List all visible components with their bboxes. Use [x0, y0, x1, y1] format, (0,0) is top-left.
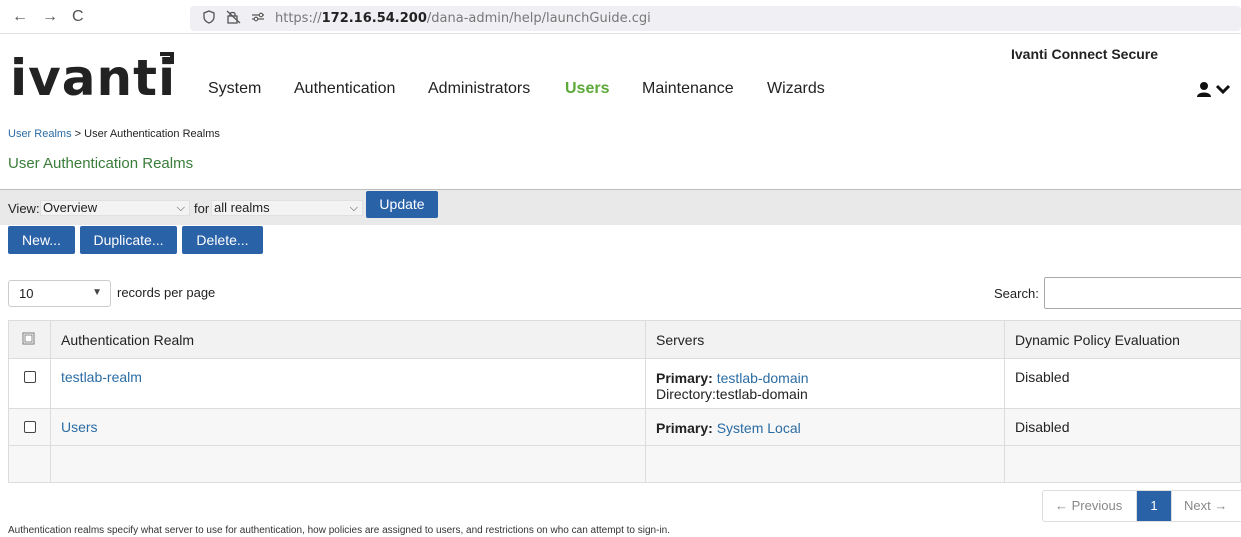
primary-server-link[interactable]: System Local: [717, 420, 801, 436]
url-scheme: https://: [275, 11, 322, 26]
back-arrow-icon[interactable]: ←: [12, 8, 28, 26]
header-dynamic-policy-evaluation[interactable]: Dynamic Policy Evaluation: [1004, 320, 1241, 359]
dynamic-policy-cell: Disabled: [1004, 408, 1241, 446]
address-bar[interactable]: https://172.16.54.200/dana-admin/help/la…: [190, 6, 1241, 31]
row-checkbox-cell: [8, 408, 51, 446]
user-icon: [1197, 82, 1231, 97]
shield-icon[interactable]: [202, 10, 216, 27]
search-label: Search:: [994, 286, 1039, 301]
pagination: ← Previous 1 Next →: [1042, 490, 1241, 522]
permissions-icon[interactable]: [250, 10, 266, 27]
row-checkbox[interactable]: [24, 371, 36, 383]
view-select[interactable]: Overview ⌵: [40, 200, 190, 216]
page-title: User Authentication Realms: [8, 155, 194, 172]
table-row-empty: [8, 445, 1241, 483]
nav-maintenance[interactable]: Maintenance: [642, 80, 734, 98]
insecure-lock-icon[interactable]: [226, 10, 242, 27]
duplicate-button[interactable]: Duplicate...: [80, 226, 177, 254]
ivanti-logo[interactable]: ivanti: [10, 48, 176, 108]
servers-cell: Primary: testlab-domain Directory:testla…: [645, 358, 1005, 409]
nav-system[interactable]: System: [208, 80, 261, 98]
url-path: /dana-admin/help/launchGuide.cgi: [426, 11, 651, 26]
records-per-page-value: 10: [19, 286, 34, 301]
records-per-page-label: records per page: [117, 285, 216, 300]
view-select-value: Overview: [43, 200, 98, 215]
new-button[interactable]: New...: [8, 226, 75, 254]
user-menu[interactable]: [1196, 80, 1236, 100]
realms-table: Authentication Realm Servers Dynamic Pol…: [8, 320, 1241, 483]
url-host: 172.16.54.200: [321, 11, 427, 26]
realm-cell: Users: [50, 408, 646, 446]
select-all-header[interactable]: [8, 320, 51, 359]
view-bar: View: Overview ⌵ for all realms ⌵ Update: [0, 189, 1241, 225]
nav-administrators[interactable]: Administrators: [428, 80, 530, 98]
servers-cell: Primary: System Local: [645, 408, 1005, 446]
realm-cell: testlab-realm: [50, 358, 646, 409]
breadcrumb-current: User Authentication Realms: [84, 128, 220, 140]
update-button[interactable]: Update: [366, 191, 438, 218]
nav-wizards[interactable]: Wizards: [767, 80, 825, 98]
delete-button[interactable]: Delete...: [182, 226, 263, 254]
nav-users[interactable]: Users: [565, 80, 609, 98]
breadcrumb-separator: >: [74, 128, 82, 140]
empty-cell: [1004, 445, 1241, 483]
logo-mark-icon: [160, 52, 174, 64]
primary-label: Primary:: [656, 370, 713, 386]
primary-label: Primary:: [656, 420, 713, 436]
empty-cell: [645, 445, 1005, 483]
header-authentication-realm[interactable]: Authentication Realm: [50, 320, 646, 359]
view-label: View:: [8, 201, 40, 216]
primary-server-link[interactable]: testlab-domain: [717, 370, 809, 386]
previous-page-button[interactable]: ← Previous: [1043, 491, 1137, 521]
realms-select[interactable]: all realms ⌵: [211, 200, 363, 216]
help-text: Authentication realms specify what serve…: [8, 525, 671, 536]
chevron-down-icon: ⌵: [176, 202, 185, 214]
browser-toolbar: ← → C https://172.16.54.200/dana-admin/h…: [0, 0, 1241, 34]
empty-cell: [50, 445, 646, 483]
directory-text: Directory:testlab-domain: [656, 386, 808, 402]
table-header-row: Authentication Realm Servers Dynamic Pol…: [8, 320, 1241, 359]
breadcrumb: User Realms > User Authentication Realms: [8, 128, 220, 140]
row-checkbox[interactable]: [24, 421, 36, 433]
breadcrumb-user-realms-link[interactable]: User Realms: [8, 128, 72, 140]
page-1-button[interactable]: 1: [1137, 491, 1171, 521]
caret-down-icon: ▼: [92, 287, 102, 298]
realm-link[interactable]: testlab-realm: [61, 369, 142, 385]
url-text[interactable]: https://172.16.54.200/dana-admin/help/la…: [275, 11, 651, 26]
for-label: for: [194, 201, 210, 216]
search-input[interactable]: [1044, 277, 1241, 309]
records-per-page-select[interactable]: 10 ▼: [8, 280, 111, 307]
empty-cell: [8, 445, 51, 483]
nav-authentication[interactable]: Authentication: [294, 80, 395, 98]
table-row: testlab-realm Primary: testlab-domain Di…: [8, 358, 1241, 409]
header-servers[interactable]: Servers: [645, 320, 1005, 359]
realm-link[interactable]: Users: [61, 419, 98, 435]
dynamic-policy-cell: Disabled: [1004, 358, 1241, 409]
chevron-down-icon: ⌵: [349, 202, 358, 214]
next-page-button[interactable]: Next →: [1171, 491, 1241, 521]
realms-select-value: all realms: [214, 200, 270, 215]
row-checkbox-cell: [8, 358, 51, 409]
product-name: Ivanti Connect Secure: [1011, 46, 1159, 62]
forward-arrow-icon[interactable]: →: [42, 8, 58, 26]
table-row: Users Primary: System Local Disabled: [8, 408, 1241, 446]
select-all-checkbox-icon[interactable]: [22, 332, 35, 345]
reload-icon[interactable]: C: [72, 8, 84, 26]
